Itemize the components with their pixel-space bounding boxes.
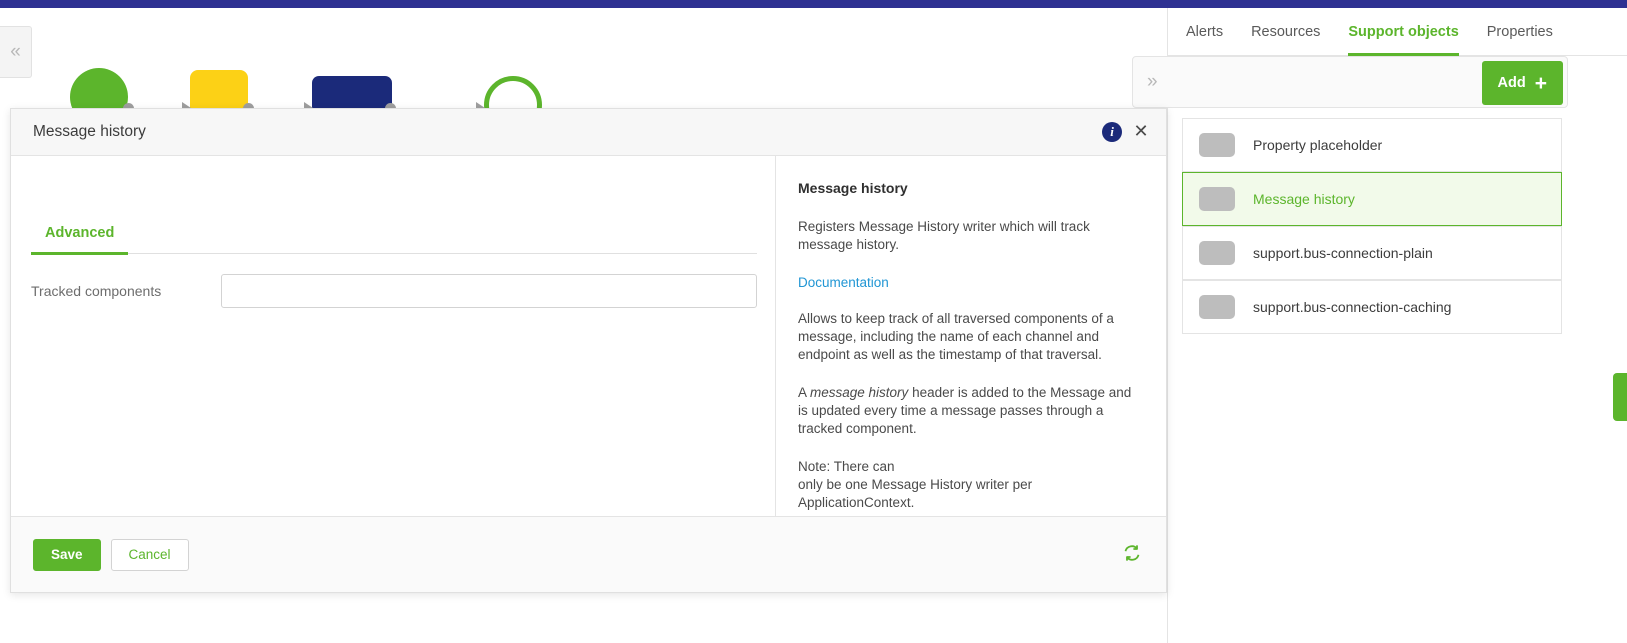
list-item[interactable]: Property placeholder xyxy=(1182,118,1562,172)
sidebar-collapse-button[interactable]: « xyxy=(0,26,32,78)
list-item[interactable]: support.bus-connection-caching xyxy=(1182,280,1562,334)
info-paragraph-3: A message history header is added to the… xyxy=(798,384,1144,438)
info-p3-emphasis: message history xyxy=(810,385,908,400)
panel-tabs: Alerts Resources Support objects Propert… xyxy=(1168,8,1627,56)
side-drawer-handle[interactable] xyxy=(1613,373,1627,421)
plus-icon: + xyxy=(1535,73,1547,94)
documentation-link[interactable]: Documentation xyxy=(798,275,889,290)
list-item[interactable]: Message history xyxy=(1182,172,1562,226)
list-item-label: support.bus-connection-caching xyxy=(1253,299,1451,315)
tab-advanced[interactable]: Advanced xyxy=(31,225,128,255)
tracked-components-input[interactable] xyxy=(221,274,757,308)
tab-support-objects[interactable]: Support objects xyxy=(1348,8,1458,56)
info-paragraph-5: only be one Message History writer per A… xyxy=(798,476,1144,512)
dialog-form-pane: Advanced Tracked components xyxy=(11,156,776,516)
list-item-label: support.bus-connection-plain xyxy=(1253,245,1433,261)
chevron-right-double-icon[interactable]: » xyxy=(1147,71,1158,93)
object-thumbnail-icon xyxy=(1199,295,1235,319)
save-button[interactable]: Save xyxy=(33,539,101,571)
panel-toolbar: » Add + xyxy=(1132,56,1568,108)
right-panel: Alerts Resources Support objects Propert… xyxy=(1167,8,1627,643)
tracked-components-label: Tracked components xyxy=(31,283,221,299)
object-thumbnail-icon xyxy=(1199,187,1235,211)
info-paragraph-4: Note: There can xyxy=(798,458,1144,476)
dialog-body: Advanced Tracked components Message hist… xyxy=(11,156,1166,516)
info-heading: Message history xyxy=(798,180,1144,196)
object-thumbnail-icon xyxy=(1199,241,1235,265)
dialog-title: Message history xyxy=(33,123,146,141)
list-item-label: Message history xyxy=(1253,191,1355,207)
refresh-icon[interactable] xyxy=(1122,543,1142,563)
tab-resources[interactable]: Resources xyxy=(1251,8,1320,56)
message-history-dialog: Message history i ✕ Advanced Tracked com… xyxy=(10,108,1167,593)
close-icon[interactable]: ✕ xyxy=(1130,120,1152,142)
add-button-label: Add xyxy=(1498,75,1526,91)
add-button[interactable]: Add + xyxy=(1482,61,1563,105)
cancel-button[interactable]: Cancel xyxy=(111,539,189,571)
support-objects-list: Property placeholder Message history sup… xyxy=(1182,118,1562,334)
info-p3-pre: A xyxy=(798,385,810,400)
tracked-components-row: Tracked components xyxy=(31,274,757,308)
dialog-header: Message history i ✕ xyxy=(11,109,1166,156)
info-icon[interactable]: i xyxy=(1102,122,1122,142)
dialog-info-pane: Message history Registers Message Histor… xyxy=(776,156,1166,516)
dialog-footer: Save Cancel xyxy=(11,516,1166,592)
tab-properties[interactable]: Properties xyxy=(1487,8,1553,56)
form-tabs: Advanced xyxy=(31,224,757,254)
info-paragraph-2: Allows to keep track of all traversed co… xyxy=(798,310,1144,364)
list-item[interactable]: support.bus-connection-plain xyxy=(1182,226,1562,280)
app-root: « Alerts Resources Support objects Prope… xyxy=(0,0,1627,643)
list-item-label: Property placeholder xyxy=(1253,137,1382,153)
chevron-left-double-icon: « xyxy=(10,41,21,63)
info-paragraph-1: Registers Message History writer which w… xyxy=(798,218,1144,254)
object-thumbnail-icon xyxy=(1199,133,1235,157)
tab-alerts[interactable]: Alerts xyxy=(1186,8,1223,56)
